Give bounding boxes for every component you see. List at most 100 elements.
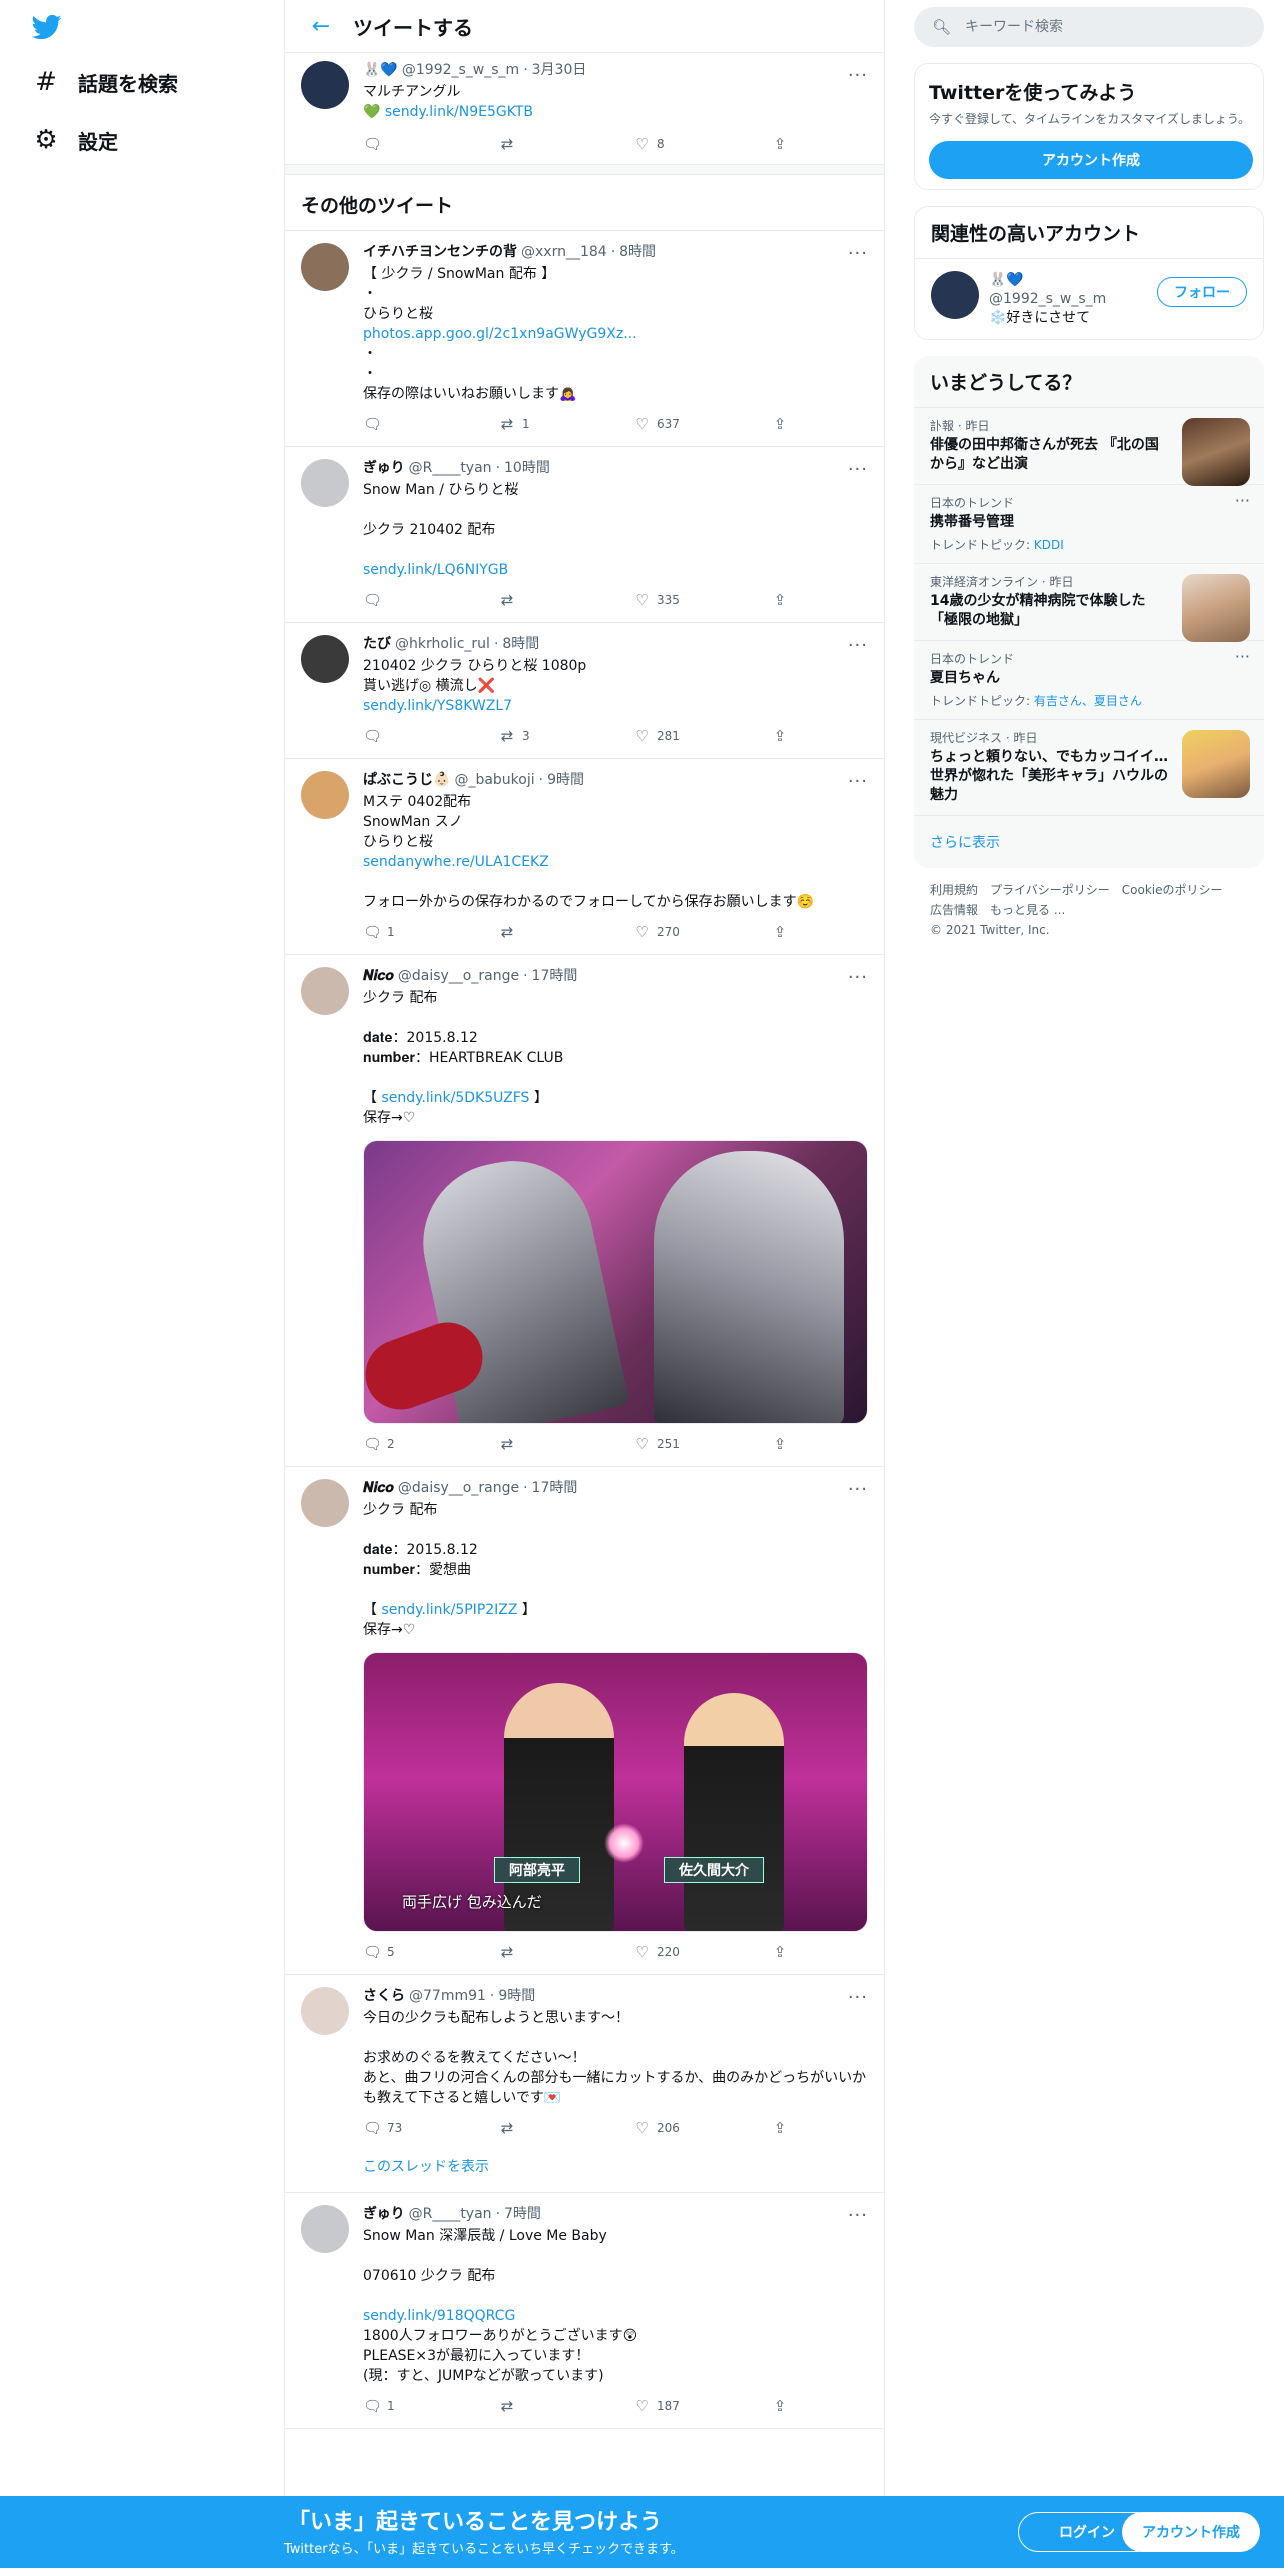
tweet-time[interactable]: 8時間 (494, 635, 539, 654)
share-button[interactable]: ⇪ (773, 923, 793, 941)
retweet-button[interactable]: ⇄ (498, 2397, 633, 2415)
tweet[interactable]: ···イチハチヨンセンチの背@xxrn__1848時間【 少クラ / SnowM… (285, 231, 884, 447)
avatar[interactable] (301, 459, 349, 507)
tweet[interactable]: ···ぎゅり@R____tyan10時間Snow Man / ひらりと桜少クラ … (285, 447, 884, 623)
twitter-bird-icon[interactable] (30, 12, 64, 42)
tweet-link[interactable]: sendy.link/LQ6NIYGB (363, 562, 508, 578)
avatar[interactable] (301, 635, 349, 683)
create-account-button[interactable]: アカウント作成 (929, 141, 1253, 179)
more-icon[interactable]: ··· (848, 459, 868, 480)
share-button[interactable]: ⇪ (773, 1435, 793, 1453)
avatar[interactable] (301, 243, 349, 291)
avatar[interactable] (301, 61, 349, 109)
tweet-link[interactable]: sendy.link/918QQRCG (363, 2308, 515, 2324)
like-button[interactable]: ♡ 251 (633, 1435, 773, 1453)
reply-button[interactable]: 🗨 5 (363, 1943, 498, 1961)
retweet-button[interactable]: ⇄ (498, 591, 633, 609)
tweet-author-name[interactable]: たび (363, 635, 391, 654)
nav-settings[interactable]: ⚙ 設定 (32, 120, 118, 160)
retweet-button[interactable]: ⇄ (498, 923, 633, 941)
reply-button[interactable]: 🗨 1 (363, 923, 498, 941)
trend-thumbnail[interactable] (1182, 418, 1250, 486)
more-icon[interactable]: ··· (848, 967, 868, 988)
more-icon[interactable]: ··· (848, 2205, 868, 2226)
like-button[interactable]: ♡ 281 (633, 727, 773, 745)
reply-button[interactable]: 🗨 (363, 415, 498, 433)
tweet-link[interactable]: sendy.link/5DK5UZFS (381, 1090, 529, 1106)
tweet[interactable]: ···ぎゅり@R____tyan7時間Snow Man 深澤辰哉 / Love … (285, 2193, 884, 2429)
tweet-author-handle[interactable]: @daisy__o_range (398, 1479, 519, 1498)
back-arrow-icon[interactable]: ← (303, 8, 339, 44)
like-button[interactable]: ♡ 335 (633, 591, 773, 609)
tweet-time[interactable]: 9時間 (539, 771, 584, 790)
related-account-row[interactable]: 🐰💙 @1992_s_w_s_m ❄️好きにさせて フォロー (915, 259, 1263, 339)
retweet-button[interactable]: ⇄ (498, 1435, 633, 1453)
avatar[interactable] (301, 1987, 349, 2035)
tweet-time[interactable]: 9時間 (490, 1987, 535, 2006)
nav-explore[interactable]: # 話題を検索 (32, 62, 178, 102)
reply-button[interactable]: 🗨 (363, 135, 498, 153)
tweet[interactable]: ···𝑵𝒊𝒄𝒐@daisy__o_range17時間少クラ 配布𝐝𝐚𝐭𝐞：201… (285, 955, 884, 1467)
like-button[interactable]: ♡ 220 (633, 1943, 773, 1961)
like-button[interactable]: ♡ 8 (633, 135, 773, 153)
like-button[interactable]: ♡ 187 (633, 2397, 773, 2415)
more-icon[interactable]: ··· (848, 635, 868, 656)
tweet-author-handle[interactable]: @xxrn__184 (521, 243, 607, 262)
more-icon[interactable]: ··· (848, 65, 868, 86)
reply-button[interactable]: 🗨 1 (363, 2397, 498, 2415)
related-account-handle[interactable]: @1992_s_w_s_m (989, 290, 1106, 309)
tweet-time[interactable]: 17時間 (523, 1479, 578, 1498)
tweet-media-image[interactable] (363, 1140, 868, 1424)
share-button[interactable]: ⇪ (773, 2119, 793, 2137)
tweet-time[interactable]: 10時間 (496, 459, 550, 478)
reply-button[interactable]: 🗨 73 (363, 2119, 498, 2137)
like-button[interactable]: ♡ 206 (633, 2119, 773, 2137)
tweet-author-handle[interactable]: @hkrholic_rul (395, 635, 490, 654)
tweet-author-name[interactable]: ぎゅり (363, 2205, 405, 2224)
retweet-button[interactable]: ⇄ 3 (498, 727, 633, 745)
more-icon[interactable]: ··· (848, 771, 868, 792)
tweet-time[interactable]: 8時間 (611, 243, 656, 262)
tweet-link[interactable]: sendy.link/5PIP2IZZ (381, 1602, 517, 1618)
tweet-author-name[interactable]: イチハチヨンセンチの背 (363, 243, 517, 262)
show-more-link[interactable]: さらに表示 (914, 816, 1264, 868)
tweet-author-name[interactable]: ぎゅり (363, 459, 405, 478)
tweet-media-image[interactable]: 阿部亮平 佐久間大介 両手広げ 包み込んだ (363, 1652, 868, 1932)
tweet-author-handle[interactable]: @R____tyan (409, 459, 492, 478)
footer-link[interactable]: 利用規約 (930, 880, 978, 900)
like-button[interactable]: ♡ 637 (633, 415, 773, 433)
tweet-link[interactable]: photos.app.goo.gl/2c1xn9aGWyG9Xz... (363, 326, 637, 342)
search-box[interactable]: 🔍︎ (914, 7, 1264, 47)
share-button[interactable]: ⇪ (773, 2397, 793, 2415)
avatar[interactable] (301, 2205, 349, 2253)
trend-item[interactable]: 東洋経済オンライン · 昨日 14歳の少女が精神病院で体験した「極限の地獄」 (914, 564, 1264, 642)
trend-thumbnail[interactable] (1182, 574, 1250, 642)
tweet-author-handle[interactable]: @77mm91 (409, 1987, 486, 2006)
share-button[interactable]: ⇪ (773, 591, 793, 609)
footer-link[interactable]: Cookieのポリシー (1122, 880, 1223, 900)
footer-link[interactable]: もっと見る ... (990, 900, 1065, 920)
search-input[interactable] (965, 19, 1246, 35)
footer-link[interactable]: 広告情報 (930, 900, 978, 920)
signup-button[interactable]: アカウント作成 (1122, 2512, 1260, 2552)
tweet[interactable]: ···たび@hkrholic_rul8時間210402 少クラ ひらりと桜 10… (285, 623, 884, 759)
tweet-author-name[interactable]: 𝑵𝒊𝒄𝒐 (363, 967, 394, 986)
retweet-button[interactable]: ⇄ (498, 2119, 633, 2137)
share-button[interactable]: ⇪ (773, 135, 793, 153)
more-icon[interactable]: ··· (1235, 647, 1250, 666)
tweet[interactable]: ···さくら@77mm919時間今日の少クラも配布しようと思います〜！お求めのぐ… (285, 1975, 884, 2193)
tweet-link[interactable]: sendanywhe.re/ULA1CEKZ (363, 854, 549, 870)
avatar[interactable] (931, 271, 979, 319)
tweet-author-handle[interactable]: @R____tyan (409, 2205, 492, 2224)
avatar[interactable] (301, 771, 349, 819)
tweet-author-name[interactable]: 🐰💙 (363, 61, 398, 80)
reply-button[interactable]: 🗨 (363, 591, 498, 609)
like-button[interactable]: ♡ 270 (633, 923, 773, 941)
tweet[interactable]: ···𝑵𝒊𝒄𝒐@daisy__o_range17時間少クラ 配布𝐝𝐚𝐭𝐞：201… (285, 1467, 884, 1975)
more-icon[interactable]: ··· (848, 1479, 868, 1500)
tweet[interactable]: ··· ぱぶこうじ👶🏻@_babukoji 9時間 Mステ 0402配布 SnowMan… (285, 759, 884, 955)
footer-link[interactable]: プライバシーポリシー (990, 880, 1110, 900)
reply-button[interactable]: 🗨 2 (363, 1435, 498, 1453)
main-tweet[interactable]: ··· 🐰💙 @1992_s_w_s_m 3月30日 マルチアングル 💚 sen… (285, 53, 884, 165)
trend-topic-link[interactable]: 有吉さん、夏目さん (1034, 694, 1142, 708)
